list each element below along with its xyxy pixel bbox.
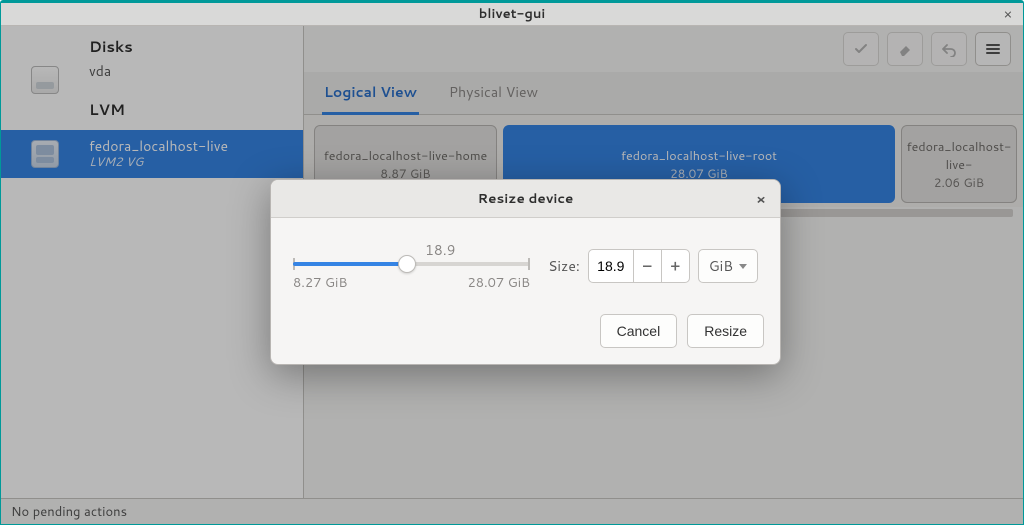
titlebar: blivet-gui ×: [1, 1, 1023, 26]
dialog-titlebar: Resize device ×: [271, 180, 780, 218]
slider-track: [293, 262, 530, 266]
slider-min-label: 8.27 GiB: [293, 274, 347, 292]
unit-dropdown[interactable]: GiB: [698, 249, 758, 283]
app-window: blivet-gui × Disks vda LVM: [0, 0, 1024, 525]
slider-max-label: 28.07 GiB: [467, 274, 530, 292]
slider-tick-max: [528, 258, 530, 270]
resize-button[interactable]: Resize: [687, 314, 764, 348]
size-spinbox[interactable]: – +: [588, 249, 690, 283]
window-title: blivet-gui: [1, 5, 1023, 23]
slider-current-value: 18.9: [425, 240, 456, 260]
dialog-actions: Cancel Resize: [271, 304, 780, 364]
dialog-body: 18.9 8.27 GiB 28.07 GiB Size:: [271, 218, 780, 304]
minus-icon: –: [643, 256, 651, 276]
resize-dialog: Resize device × 18.9 8.27 GiB 28.: [270, 179, 781, 365]
size-controls: Size: – + GiB: [548, 249, 758, 283]
slider-fill: [293, 262, 407, 266]
size-slider[interactable]: 18.9 8.27 GiB 28.07 GiB: [293, 240, 530, 292]
slider-row: 18.9 8.27 GiB 28.07 GiB Size:: [293, 240, 758, 292]
slider-limits: 8.27 GiB 28.07 GiB: [293, 274, 530, 292]
slider-thumb[interactable]: [398, 255, 416, 273]
chevron-down-icon: [739, 264, 747, 269]
unit-label: GiB: [709, 256, 733, 276]
window-close-button[interactable]: ×: [999, 5, 1017, 23]
dialog-title: Resize device: [478, 189, 574, 208]
close-icon: ×: [756, 190, 766, 209]
size-increment[interactable]: +: [661, 250, 689, 282]
size-label: Size:: [548, 256, 580, 276]
size-decrement[interactable]: –: [633, 250, 661, 282]
close-icon: ×: [1004, 4, 1013, 24]
size-input[interactable]: [589, 257, 633, 275]
plus-icon: +: [671, 256, 681, 276]
cancel-button[interactable]: Cancel: [600, 314, 678, 348]
dialog-close-button[interactable]: ×: [750, 188, 772, 210]
